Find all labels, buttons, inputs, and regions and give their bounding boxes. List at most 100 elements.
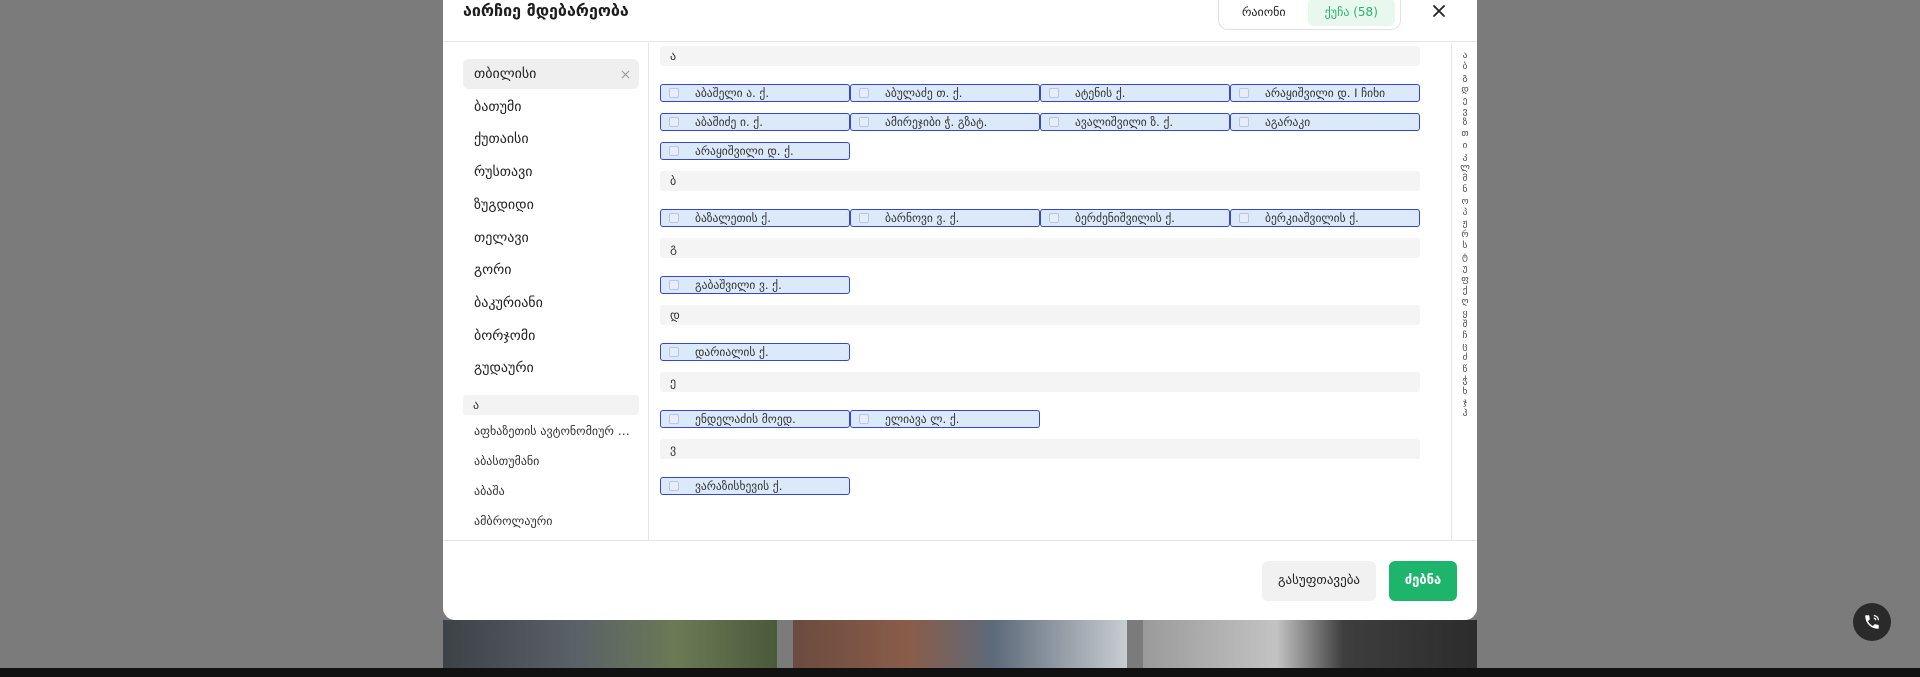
city-item[interactable]: გუდაური (463, 353, 639, 383)
chip-checkbox[interactable] (669, 280, 679, 290)
street-chip[interactable]: ვარაზისხევის ქ. (660, 477, 850, 495)
street-chip-label: ბერკიაშვილის ქ. (1265, 211, 1359, 225)
alphabet-index-letter[interactable]: ღ (1452, 297, 1478, 307)
alphabet-index-letter[interactable]: ე (1452, 96, 1478, 106)
chip-checkbox[interactable] (1049, 88, 1059, 98)
street-chip-label: ბარნოვი ვ. ქ. (885, 211, 960, 225)
alphabet-index-letter[interactable]: გ (1452, 73, 1478, 83)
street-chip[interactable]: აბაშიძე ი. ქ. (660, 113, 850, 131)
street-chip[interactable]: ენდელაძის მოედ. (660, 410, 850, 428)
city-item-label: ზუგდიდი (474, 196, 534, 213)
city-item[interactable]: ბორჯომი (463, 321, 639, 351)
alphabet-index-letter[interactable]: უ (1452, 264, 1478, 274)
alphabet-index-letter[interactable]: პ (1452, 208, 1478, 218)
city-item[interactable]: თელავი (463, 223, 639, 253)
chip-checkbox[interactable] (669, 481, 679, 491)
alphabet-index-letter[interactable]: შ (1452, 320, 1478, 330)
alphabet-index-letter[interactable]: ყ (1452, 309, 1478, 319)
tab-street[interactable]: ქუჩა (58) (1307, 0, 1395, 26)
street-chip[interactable]: დარიალის ქ. (660, 343, 850, 361)
region-item[interactable]: აბასთუმანი (474, 453, 634, 469)
alphabet-index-letter[interactable]: ბ (1452, 62, 1478, 72)
alphabet-index-letter[interactable]: ლ (1452, 163, 1478, 173)
alphabet-index-letter[interactable]: ჰ (1452, 409, 1478, 419)
street-chip[interactable]: აბულაძე თ. ქ. (850, 84, 1040, 102)
alphabet-index-letter[interactable]: ი (1452, 141, 1478, 151)
city-item[interactable]: გორი (463, 255, 639, 285)
city-item-label: ბორჯომი (474, 327, 536, 344)
alphabet-index-letter[interactable]: ვ (1452, 107, 1478, 117)
city-item[interactable]: ბათუმი (463, 92, 639, 122)
region-item[interactable]: აბაშა (474, 483, 634, 499)
street-chip[interactable]: ელიავა ლ. ქ. (850, 410, 1040, 428)
city-item[interactable]: თბილისი (463, 59, 639, 89)
alphabet-index-letter[interactable]: დ (1452, 85, 1478, 95)
city-item[interactable]: ზუგდიდი (463, 190, 639, 220)
alphabet-index-letter[interactable]: ძ (1452, 353, 1478, 363)
city-item[interactable]: რუსთავი (463, 157, 639, 187)
alphabet-index-letter[interactable]: ხ (1452, 387, 1478, 397)
alphabet-index-letter[interactable]: ო (1452, 197, 1478, 207)
alphabet-index-letter[interactable]: ჩ (1452, 331, 1478, 341)
region-item[interactable]: აფხაზეთის ავტონომიურ რესპუბლიკა (474, 423, 634, 439)
street-chip[interactable]: ატენის ქ. (1040, 84, 1230, 102)
street-chip-label: არაყიშვილი დ. I ჩიხი (1265, 86, 1386, 100)
street-chip-label: ავალიშვილი ზ. ქ. (1075, 115, 1174, 129)
alphabet-index-letter[interactable]: ნ (1452, 185, 1478, 195)
close-button[interactable] (1427, 0, 1451, 22)
city-item[interactable]: ბაკურიანი (463, 288, 639, 318)
street-chip[interactable]: აბაშელი ა. ქ. (660, 84, 850, 102)
alphabet-index-letter[interactable]: ზ (1452, 118, 1478, 128)
section-letter-header: ვ (660, 439, 1420, 459)
alphabet-index-letter[interactable]: ჯ (1452, 398, 1478, 408)
chip-checkbox[interactable] (669, 146, 679, 156)
street-chip[interactable]: არაყიშვილი დ. ქ. (660, 142, 850, 160)
alphabet-index-letter[interactable]: ს (1452, 241, 1478, 251)
chip-checkbox[interactable] (669, 347, 679, 357)
chip-checkbox[interactable] (669, 213, 679, 223)
tab-district[interactable]: რაიონი (1224, 0, 1304, 26)
clear-city-button[interactable] (619, 59, 631, 89)
alphabet-index-letter[interactable]: ტ (1452, 253, 1478, 263)
chip-checkbox[interactable] (1239, 213, 1249, 223)
alphabet-index-letter[interactable]: ა (1452, 51, 1478, 61)
street-chip[interactable]: ბერძენიშვილის ქ. (1040, 209, 1230, 227)
alphabet-index-letter[interactable]: ჭ (1452, 376, 1478, 386)
chip-checkbox[interactable] (669, 117, 679, 127)
street-chip[interactable]: ბერკიაშვილის ქ. (1230, 209, 1420, 227)
street-chip[interactable]: ავალიშვილი ზ. ქ. (1040, 113, 1230, 131)
alphabet-index-letter[interactable]: ფ (1452, 275, 1478, 285)
street-chip[interactable]: ბარნოვი ვ. ქ. (850, 209, 1040, 227)
street-chip[interactable]: გაბაშვილი ვ. ქ. (660, 276, 850, 294)
chip-checkbox[interactable] (859, 213, 869, 223)
alphabet-index-letter[interactable]: თ (1452, 129, 1478, 139)
region-item[interactable]: ამბროლაური (474, 513, 634, 529)
clear-button[interactable]: გასუფთავება (1262, 561, 1376, 601)
city-item[interactable]: ქუთაისი (463, 124, 639, 154)
alphabet-index-letter[interactable]: რ (1452, 230, 1478, 240)
alphabet-index-letter[interactable]: წ (1452, 365, 1478, 375)
chip-checkbox[interactable] (669, 414, 679, 424)
section-letter-header: ა (660, 46, 1420, 66)
street-chip-label: ელიავა ლ. ქ. (885, 412, 960, 426)
chip-checkbox[interactable] (1239, 88, 1249, 98)
chip-checkbox[interactable] (669, 88, 679, 98)
chip-checkbox[interactable] (859, 414, 869, 424)
call-button[interactable] (1853, 603, 1891, 641)
search-button[interactable]: ძებნა (1389, 561, 1457, 601)
chip-checkbox[interactable] (1049, 213, 1059, 223)
listing-photo (1143, 620, 1477, 668)
chip-checkbox[interactable] (859, 88, 869, 98)
street-chip[interactable]: ამირეჯიბი ჭ. გზატ. (850, 113, 1040, 131)
chip-checkbox[interactable] (859, 117, 869, 127)
chip-checkbox[interactable] (1239, 117, 1249, 127)
alphabet-index-letter[interactable]: ც (1452, 342, 1478, 352)
alphabet-index-letter[interactable]: კ (1452, 152, 1478, 162)
alphabet-index-letter[interactable]: მ (1452, 174, 1478, 184)
street-chip[interactable]: არაყიშვილი დ. I ჩიხი (1230, 84, 1420, 102)
chip-checkbox[interactable] (1049, 117, 1059, 127)
alphabet-index-letter[interactable]: ქ (1452, 286, 1478, 296)
street-chip[interactable]: აგარაკი (1230, 113, 1420, 131)
street-chip[interactable]: ბაზალეთის ქ. (660, 209, 850, 227)
alphabet-index-letter[interactable]: ჟ (1452, 219, 1478, 229)
